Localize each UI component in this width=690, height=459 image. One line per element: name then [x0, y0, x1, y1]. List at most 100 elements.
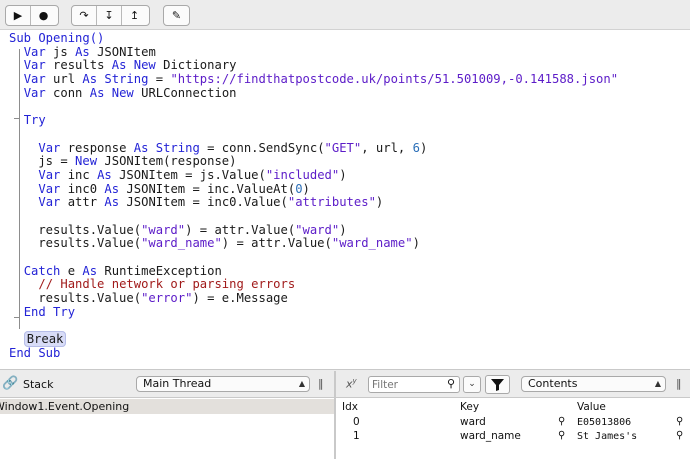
step-into-button[interactable]: ↧ — [97, 6, 122, 25]
step-over-button[interactable]: ↷ — [72, 6, 97, 25]
thread-selected: Main Thread — [143, 377, 212, 390]
pause-bars-icon[interactable]: ‖ — [676, 377, 682, 390]
code-token: response — [60, 140, 134, 155]
code-token: JSONItem = inc0.Value( — [119, 195, 288, 210]
search-icon: ⚲ — [446, 377, 455, 390]
stack-title: Stack — [23, 378, 54, 391]
code-line[interactable] — [9, 100, 618, 114]
code-token: , url, — [361, 140, 413, 155]
scope-selected: Contents — [528, 377, 578, 390]
chain-link-icon: 🔗 — [2, 376, 19, 391]
code-line[interactable]: Var results As New Dictionary — [9, 59, 618, 73]
edit-controls: ✎ — [163, 5, 190, 26]
code-token: JSONItem — [89, 44, 156, 59]
code-line[interactable]: Var inc0 As JSONItem = inc.ValueAt(0) — [9, 181, 618, 197]
code-token: "ward" — [295, 222, 340, 237]
code-line[interactable]: Var inc As JSONItem = js.Value("included… — [9, 167, 618, 183]
code-token: Var — [23, 72, 46, 87]
code-line[interactable]: Var url As String = "https://findthatpos… — [9, 72, 618, 87]
code-line[interactable]: Var conn As New URLConnection — [9, 86, 618, 101]
inspect-icon[interactable]: ⚲ — [558, 430, 565, 441]
code-line[interactable]: Var attr As JSONItem = inc0.Value("attri… — [9, 195, 618, 210]
code-token: e — [60, 263, 83, 278]
filter-field[interactable]: ⚲ — [368, 376, 460, 393]
code-line[interactable] — [9, 210, 618, 224]
filter-history-popup[interactable]: ⌄ — [463, 376, 481, 393]
scope-popup[interactable]: Contents ▲ — [521, 376, 666, 392]
code-token: attr — [60, 195, 105, 210]
source-code: Sub Opening() Var js As JSONItem Var res… — [9, 31, 618, 361]
debugger-panels: 🔗 Stack Main Thread ▲ ‖ Window1.Event.Op… — [0, 371, 690, 459]
code-line[interactable] — [9, 128, 618, 142]
code-line[interactable]: results.Value("ward") = attr.Value("ward… — [9, 222, 618, 238]
code-token: Var — [38, 181, 61, 196]
code-token: "included" — [265, 167, 340, 182]
code-token: "ward_name" — [141, 236, 222, 251]
code-line[interactable]: results.Value("error") = e.Message — [9, 291, 618, 306]
code-token: results — [45, 58, 112, 73]
code-token: js = — [9, 154, 76, 169]
code-line[interactable]: Var js As JSONItem — [9, 44, 618, 60]
code-line[interactable] — [9, 251, 618, 265]
code-token: results.Value( — [9, 222, 142, 237]
edit-code-button[interactable]: ✎ — [164, 6, 189, 25]
code-line[interactable]: results.Value("ward_name") = attr.Value(… — [9, 236, 618, 251]
inspect-icon[interactable]: ⚲ — [558, 416, 565, 427]
code-line[interactable]: End Try — [9, 304, 618, 320]
code-token: As String — [133, 140, 200, 155]
table-row[interactable]: 1 ward_name ⚲ St James's ⚲ — [336, 430, 690, 444]
code-token: ) — [412, 236, 420, 251]
column-header-key[interactable]: Key — [460, 401, 479, 413]
filter-input[interactable] — [372, 378, 442, 391]
code-token: JSONItem = inc.ValueAt( — [119, 181, 296, 196]
code-line[interactable]: End Sub — [9, 346, 618, 361]
code-editor[interactable]: Sub Opening() Var js As JSONItem Var res… — [0, 30, 690, 370]
code-token: 6 — [412, 140, 420, 155]
code-token: As — [82, 263, 98, 278]
code-token: "attributes" — [287, 195, 376, 210]
filter-toggle-button[interactable] — [485, 375, 510, 394]
thread-popup[interactable]: Main Thread ▲ — [136, 376, 310, 392]
code-line[interactable]: // Handle network or parsing errors — [9, 278, 618, 292]
code-line[interactable]: Break — [9, 331, 618, 348]
code-line[interactable]: Var response As String = conn.SendSync("… — [9, 140, 618, 156]
code-line[interactable]: Try — [9, 113, 618, 128]
code-token: Var — [38, 140, 61, 155]
code-line[interactable]: Sub Opening() — [9, 31, 618, 46]
row-value: St James's — [577, 431, 638, 442]
code-token: results.Value( — [9, 236, 142, 251]
row-idx: 0 — [353, 416, 360, 428]
code-token: ) = attr.Value( — [185, 222, 296, 237]
code-token: Var — [38, 195, 61, 210]
code-token: ) — [339, 167, 347, 182]
inspect-icon[interactable]: ⚲ — [676, 416, 683, 427]
resume-button[interactable]: ▶ — [6, 6, 31, 25]
code-token: results.Value( — [9, 291, 142, 306]
code-token: Try — [23, 113, 46, 128]
code-token: ) = e.Message — [192, 291, 288, 306]
row-idx: 1 — [353, 430, 360, 442]
code-token: Sub Opening() — [9, 31, 105, 45]
column-header-idx[interactable]: Idx — [342, 401, 358, 413]
table-row[interactable]: 0 ward ⚲ E05013806 ⚲ — [336, 416, 690, 430]
row-value: E05013806 — [577, 417, 632, 428]
code-token: End Try — [23, 304, 76, 319]
code-line[interactable]: Catch e As RuntimeException — [9, 263, 618, 279]
stop-icon: ● — [38, 9, 49, 22]
step-over-icon: ↷ — [79, 9, 89, 22]
inspect-icon[interactable]: ⚲ — [676, 430, 683, 441]
step-out-button[interactable]: ↥ — [122, 6, 147, 25]
stack-frame-row[interactable]: Window1.Event.Opening — [0, 399, 334, 414]
code-line[interactable] — [9, 319, 618, 333]
pencil-icon: ✎ — [171, 9, 182, 22]
stop-button[interactable]: ● — [31, 6, 56, 25]
code-token: Var — [38, 167, 61, 182]
pause-bars-icon[interactable]: ‖ — [318, 377, 324, 390]
code-line[interactable]: js = New JSONItem(response) — [9, 154, 618, 169]
column-header-value[interactable]: Value — [577, 401, 606, 413]
